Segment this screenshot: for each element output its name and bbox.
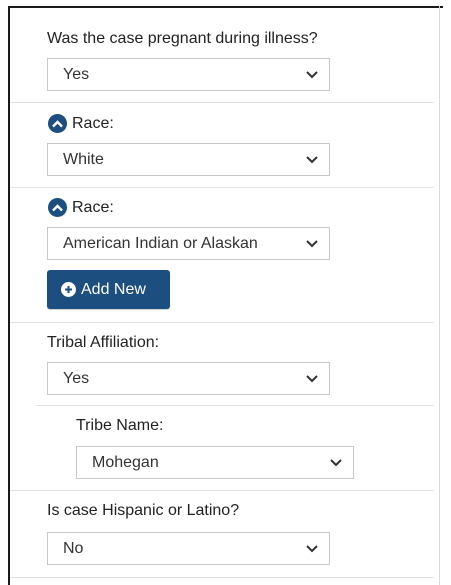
chevron-down-icon — [305, 68, 319, 82]
add-new-button[interactable]: Add New — [47, 270, 170, 309]
divider — [10, 577, 434, 578]
race-select-value: White — [63, 150, 104, 168]
divider — [10, 102, 434, 103]
tribal-affiliation-label: Tribal Affiliation: — [47, 334, 160, 351]
divider — [10, 490, 434, 491]
chevron-down-icon — [305, 372, 319, 386]
divider — [10, 322, 434, 323]
hispanic-label: Is case Hispanic or Latino? — [47, 502, 240, 519]
chevron-down-icon — [305, 542, 319, 556]
panel-right-border — [439, 6, 440, 585]
race-label: Race: — [72, 115, 114, 132]
pregnant-select-value: Yes — [63, 65, 90, 83]
race-select-value: American Indian or Alaskan — [63, 234, 258, 252]
hispanic-value: No — [63, 539, 84, 557]
divider — [10, 187, 434, 188]
plus-circle-icon — [61, 282, 76, 297]
tribe-name-value: Mohegan — [92, 453, 159, 471]
add-new-label: Add New — [81, 280, 146, 298]
tribal-affiliation-value: Yes — [63, 369, 90, 387]
tribal-affiliation-select[interactable]: Yes — [47, 362, 330, 395]
pregnant-label: Was the case pregnant during illness? — [47, 30, 318, 47]
chevron-down-icon — [305, 237, 319, 251]
chevron-down-icon — [305, 153, 319, 167]
pregnant-select[interactable]: Yes — [47, 58, 330, 91]
chevron-down-icon — [329, 456, 343, 470]
tribe-name-label: Tribe Name: — [76, 417, 164, 434]
race-label: Race: — [72, 199, 114, 216]
divider — [36, 405, 434, 406]
race-select[interactable]: American Indian or Alaskan — [47, 227, 330, 260]
tribe-name-select[interactable]: Mohegan — [76, 446, 354, 479]
hispanic-select[interactable]: No — [47, 532, 330, 565]
collapse-up-icon[interactable] — [48, 114, 67, 133]
race-select[interactable]: White — [47, 143, 330, 176]
collapse-up-icon[interactable] — [48, 198, 67, 217]
